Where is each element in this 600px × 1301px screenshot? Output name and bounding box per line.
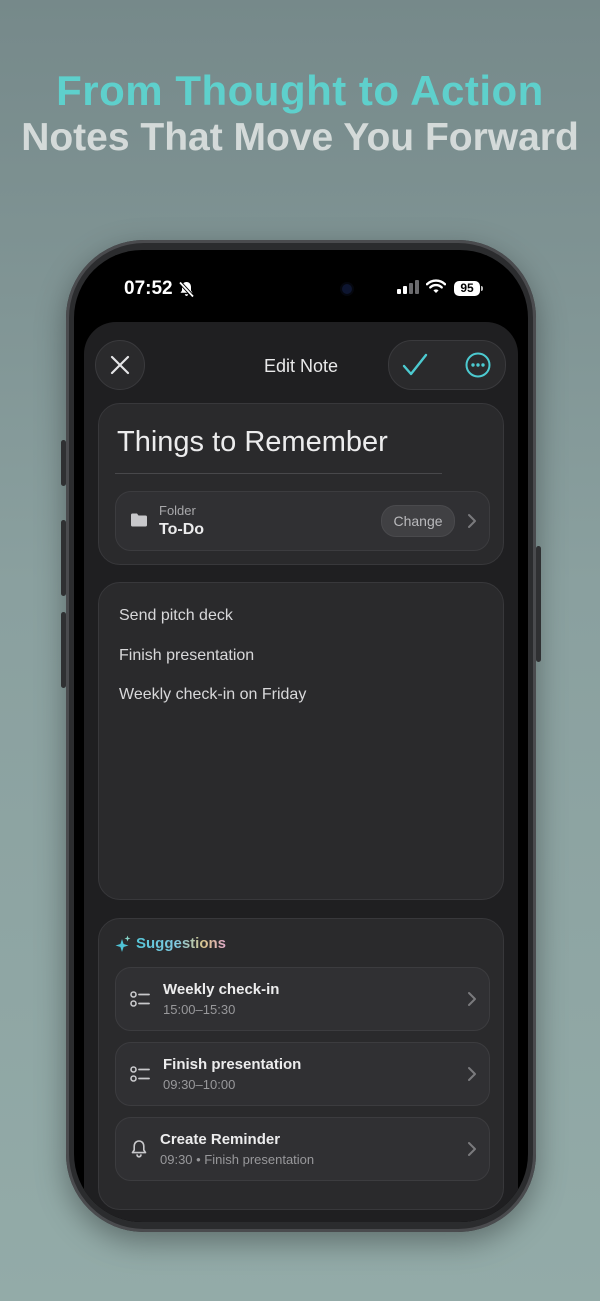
signal-icon bbox=[397, 280, 419, 299]
sparkle-icon bbox=[115, 935, 131, 952]
chevron-right-icon bbox=[468, 514, 476, 528]
folder-value: To-Do bbox=[159, 521, 205, 538]
chevron-right-icon bbox=[468, 1142, 476, 1156]
suggestion-item[interactable]: Finish presentation 09:30–10:00 bbox=[115, 1042, 490, 1106]
phone-volume-up-button bbox=[61, 520, 66, 596]
chevron-right-icon bbox=[468, 1067, 476, 1081]
suggestion-title: Finish presentation bbox=[163, 1056, 302, 1073]
phone-action-button bbox=[61, 440, 66, 486]
phone-volume-down-button bbox=[61, 612, 66, 688]
suggestions-title: Suggestions bbox=[136, 935, 227, 952]
note-title[interactable]: Things to Remember bbox=[117, 426, 388, 459]
battery-icon: 95 bbox=[454, 281, 483, 296]
front-camera bbox=[342, 284, 352, 294]
suggestion-title: Create Reminder bbox=[160, 1131, 281, 1148]
wifi-icon bbox=[425, 279, 447, 299]
note-header-card: Things to Remember Folder To-Do Change bbox=[98, 403, 504, 565]
suggestion-item[interactable]: Weekly check-in 15:00–15:30 bbox=[115, 967, 490, 1031]
folder-row[interactable]: Folder To-Do Change bbox=[115, 491, 490, 551]
folder-label: Folder bbox=[159, 503, 196, 518]
suggestion-subtitle: 09:30 • Finish presentation bbox=[160, 1152, 315, 1167]
bell-icon bbox=[131, 1140, 147, 1158]
bell-slash-icon bbox=[178, 280, 195, 303]
title-divider bbox=[115, 473, 442, 474]
suggestion-item[interactable]: Create Reminder 09:30 • Finish presentat… bbox=[115, 1117, 490, 1181]
phone-screen: 07:52 95 Edit Note Things to Remember Fo… bbox=[74, 250, 528, 1222]
suggestion-subtitle: 09:30–10:00 bbox=[163, 1077, 236, 1092]
promo-headline-block: From Thought to Action Notes That Move Y… bbox=[0, 66, 600, 162]
status-time: 07:52 bbox=[124, 278, 173, 299]
edit-note-sheet: Edit Note Things to Remember Folder To-D… bbox=[84, 322, 518, 1222]
promo-headline: From Thought to Action bbox=[56, 67, 544, 114]
promo-subheadline: Notes That Move You Forward bbox=[21, 116, 579, 159]
suggestion-title: Weekly check-in bbox=[163, 981, 280, 998]
note-line: Send pitch deck bbox=[119, 607, 233, 624]
checklist-icon bbox=[130, 1066, 150, 1082]
checkmark-icon bbox=[402, 353, 428, 376]
folder-icon bbox=[131, 513, 147, 527]
nav-actions bbox=[388, 340, 506, 390]
chevron-right-icon bbox=[468, 992, 476, 1006]
change-folder-button[interactable]: Change bbox=[381, 505, 455, 537]
note-line: Weekly check-in on Friday bbox=[119, 686, 307, 703]
more-icon bbox=[465, 352, 491, 378]
save-button[interactable] bbox=[389, 341, 447, 389]
note-body-card[interactable]: Send pitch deck Finish presentation Week… bbox=[98, 582, 504, 900]
checklist-icon bbox=[130, 991, 150, 1007]
phone-power-button bbox=[536, 546, 541, 662]
suggestion-subtitle: 15:00–15:30 bbox=[163, 1002, 236, 1017]
more-button[interactable] bbox=[449, 341, 505, 389]
suggestions-card: Suggestions Weekly check-in 15:00–15:30 bbox=[98, 918, 504, 1210]
note-line: Finish presentation bbox=[119, 647, 255, 664]
status-bar: 07:52 95 bbox=[74, 250, 528, 320]
